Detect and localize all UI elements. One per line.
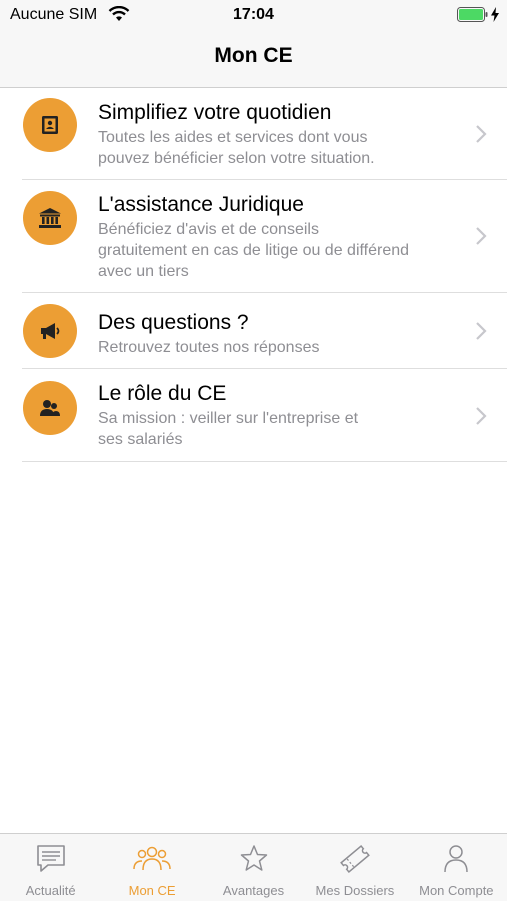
subtitle-line: ses salariés [98,431,183,448]
battery-icon [457,7,488,22]
list-item-subtitle: Toutes les aides et services dont vous p… [98,127,463,169]
tab-label: Actualité [25,883,76,898]
list-item-text: Des questions ? Retrouvez toutes nos rép… [98,310,463,358]
tab-label: Mes Dossiers [315,883,395,898]
list-item-title: Simplifiez votre quotidien [98,101,332,124]
list-item-subtitle: Retrouvez toutes nos réponses [98,337,463,358]
person-icon [444,845,469,873]
subtitle-line: gratuitement en cas de litige ou de diff… [98,242,410,259]
menu-list: Simplifiez votre quotidien Toutes les ai… [0,88,507,462]
list-item-text: L'assistance Juridique Bénéficiez d'avis… [98,192,463,282]
tab-avantages[interactable]: Avantages [203,834,304,901]
navigation-bar: Mon CE [0,30,507,88]
list-item-title: L'assistance Juridique [98,193,304,216]
list-item-title: Des questions ? [98,311,249,334]
page-title: Mon CE [214,44,293,67]
megaphone-icon [23,304,77,358]
chevron-right-icon [476,227,487,245]
tab-bar: Actualité Mon CE Avantages Mes Dossiers [0,833,507,901]
list-item-title: Le rôle du CE [98,382,227,405]
tab-mes-dossiers[interactable]: Mes Dossiers [304,834,405,901]
id-card-icon [23,98,77,152]
people-icon [23,381,77,435]
courthouse-icon [23,191,77,245]
list-item-simplifiez[interactable]: Simplifiez votre quotidien Toutes les ai… [22,88,507,180]
tab-label: Mon Compte [419,883,494,898]
list-item-assistance-juridique[interactable]: L'assistance Juridique Bénéficiez d'avis… [22,180,507,293]
subtitle-line: Retrouvez toutes nos réponses [98,339,320,356]
chevron-right-icon [476,125,487,143]
list-item-text: Simplifiez votre quotidien Toutes les ai… [98,100,463,169]
tab-label: Mon CE [128,883,176,898]
chevron-right-icon [476,407,487,425]
tab-actualite[interactable]: Actualité [0,834,101,901]
status-bar: Aucune SIM 17:04 [0,0,507,30]
clock: 17:04 [233,6,274,23]
list-item-text: Le rôle du CE Sa mission : veiller sur l… [98,381,463,450]
message-icon [36,845,65,872]
subtitle-line: Toutes les aides et services dont vous [98,129,368,146]
charging-icon [491,7,499,22]
subtitle-line: avec un tiers [98,263,189,280]
subtitle-line: Sa mission : veiller sur l'entreprise et [98,410,359,427]
ticket-icon [340,844,370,874]
group-icon [133,846,171,871]
list-item-subtitle: Sa mission : veiller sur l'entreprise et… [98,408,463,450]
subtitle-line: pouvez bénéficier selon votre situation. [98,150,375,167]
tab-label: Avantages [222,883,285,898]
tab-mon-ce[interactable]: Mon CE [101,834,202,901]
tab-mon-compte[interactable]: Mon Compte [406,834,507,901]
chevron-right-icon [476,322,487,340]
star-icon [240,845,267,871]
list-item-subtitle: Bénéficiez d'avis et de conseils gratuit… [98,219,463,282]
list-item-role-du-ce[interactable]: Le rôle du CE Sa mission : veiller sur l… [22,369,507,462]
list-item-des-questions[interactable]: Des questions ? Retrouvez toutes nos rép… [22,293,507,369]
subtitle-line: Bénéficiez d'avis et de conseils [98,221,319,238]
